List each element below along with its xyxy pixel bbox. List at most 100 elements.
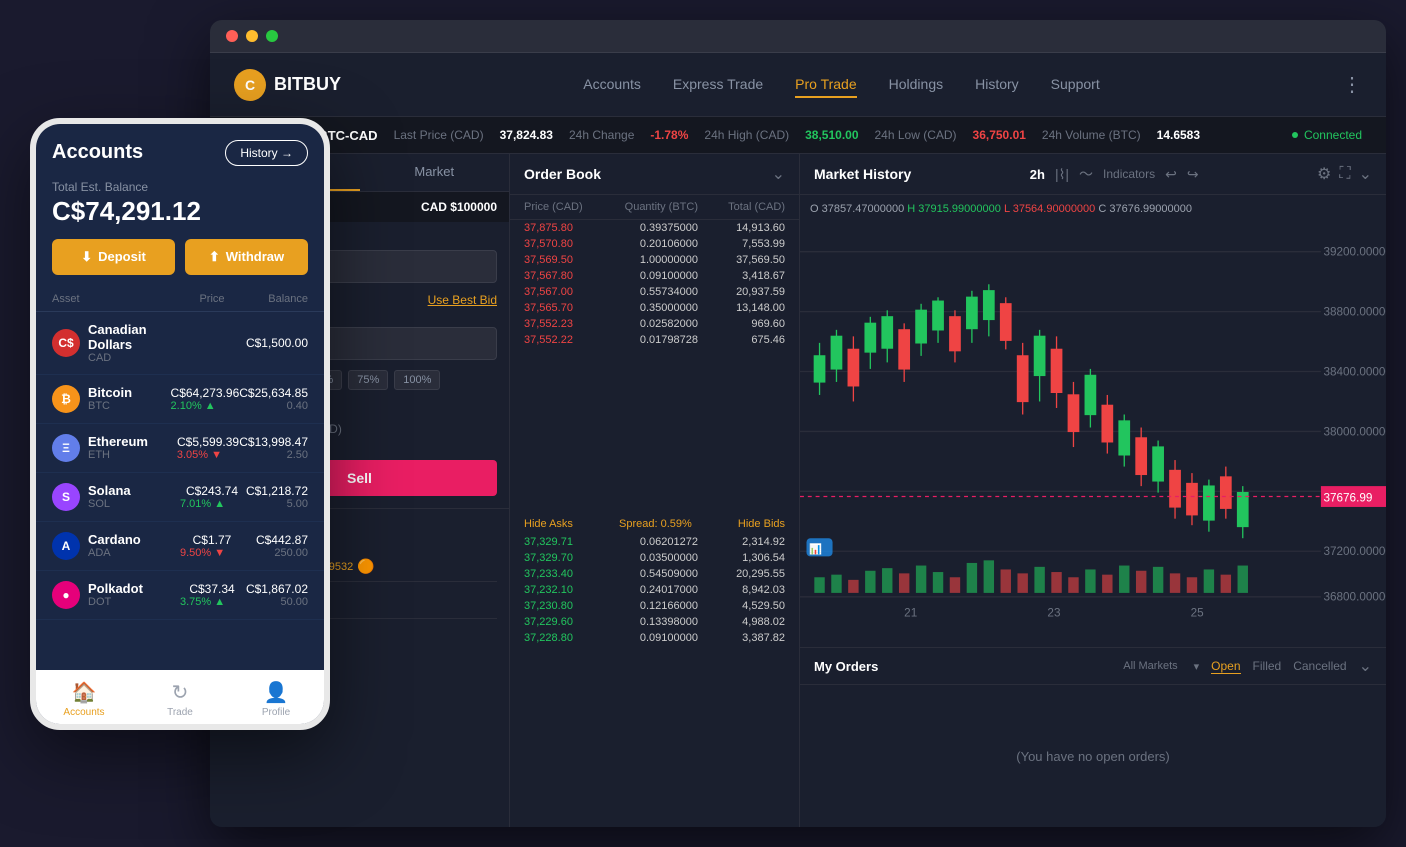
nav-support[interactable]: Support [1051,72,1100,98]
asset-item[interactable]: S Solana SOL C$243.74 7.01% ▲ C$1,218.72… [36,473,324,522]
chart-interval[interactable]: 2h [1030,167,1045,182]
asset-change: 3.75% ▲ [180,596,244,608]
orderbook-toggle[interactable]: ⌄ [772,164,785,184]
menu-dots-icon[interactable]: ⋮ [1342,72,1362,97]
asset-balance: C$1,867.02 [244,582,308,596]
nav-profile-mobile[interactable]: 👤 Profile [228,680,324,718]
ohlc-high: H 37915.99000000 [907,203,1001,215]
browser-window: C BITBUY Accounts Express Trade Pro Trad… [210,20,1386,827]
market-tab[interactable]: Market [360,154,510,191]
asset-balance-col: C$25,634.85 0.40 [239,386,308,412]
col-balance: Balance [244,293,308,305]
nav-pro-trade[interactable]: Pro Trade [795,72,856,98]
withdraw-button[interactable]: ⬆ Withdraw [185,239,308,275]
purchase-limit-value: CAD $100000 [421,200,497,214]
all-markets-label[interactable]: All Markets [1123,660,1177,672]
trade-nav-label: Trade [167,707,193,718]
connected-dot [1292,132,1298,138]
pct-100-btn[interactable]: 100% [394,370,440,390]
ask-row: 37,569.50 1.00000000 37,569.50 [510,252,799,268]
asset-balance: C$13,998.47 [239,435,308,449]
asset-balance: C$1,218.72 [244,484,308,498]
ask-rows: 37,875.80 0.39375000 14,913.60 37,570.80… [510,220,799,514]
asset-item[interactable]: ₿ Bitcoin BTC C$64,273.96 2.10% ▲ C$25,6… [36,375,324,424]
col-total: Total (CAD) [698,201,785,213]
last-price-label: Last Price (CAD) [394,128,484,142]
asset-name: Solana [88,483,131,498]
browser-close-dot[interactable] [226,30,238,42]
browser-minimize-dot[interactable] [246,30,258,42]
spread-hide-row: Hide Asks Spread: 0.59% Hide Bids [510,514,799,534]
ask-row: 37,552.22 0.01798728 675.46 [510,332,799,348]
asset-list: C$ Canadian Dollars CAD C$1,500.00 ₿ Bit… [36,312,324,620]
asset-price-col: C$1.77 9.50% ▼ [180,533,244,559]
svg-text:37676.99: 37676.99 [1323,492,1372,505]
browser-expand-dot[interactable] [266,30,278,42]
asset-change: 3.05% ▼ [177,449,239,461]
asset-icon: ● [52,581,80,609]
asset-balance: C$1,500.00 [244,336,308,350]
ask-row: 37,567.80 0.09100000 3,418.67 [510,268,799,284]
asset-qty: 0.40 [239,400,308,412]
asset-symbol: ETH [88,449,148,461]
asset-balance-col: C$13,998.47 2.50 [239,435,308,461]
nav-accounts-mobile[interactable]: 🏠 Accounts [36,680,132,718]
asset-symbol: CAD [88,352,180,364]
redo-icon[interactable]: ↪ [1187,166,1199,183]
col-price: Price (CAD) [524,201,611,213]
nav-history[interactable]: History [975,72,1019,98]
hide-bids-btn[interactable]: Hide Bids [738,518,785,530]
connected-badge: Connected [1292,128,1362,142]
asset-change: 7.01% ▲ [180,498,244,510]
accounts-nav-label: Accounts [63,707,104,718]
asset-balance-col: C$1,500.00 [244,336,308,350]
asset-price-col: C$243.74 7.01% ▲ [180,484,244,510]
asset-symbol: SOL [88,498,131,510]
settings-icon[interactable]: ⚙ [1317,164,1331,184]
chart-right-icons: ⚙ ⛶ ⌄ [1317,164,1372,184]
header-right: ⋮ [1342,72,1362,97]
last-price-value: 37,824.83 [500,128,553,142]
mobile-history-btn[interactable]: History → [225,140,308,166]
nav-accounts[interactable]: Accounts [583,72,641,98]
pct-75-btn[interactable]: 75% [348,370,388,390]
undo-icon[interactable]: ↩ [1165,166,1177,183]
bid-row: 37,329.71 0.06201272 2,314.92 [510,534,799,550]
nav-trade-mobile[interactable]: ↻ Trade [132,680,228,718]
chart-line-icon[interactable]: 〜 [1079,164,1093,184]
chart-toggle[interactable]: ⌄ [1359,164,1372,184]
orders-tab-filled[interactable]: Filled [1253,659,1282,673]
orders-tab-cancelled[interactable]: Cancelled [1293,659,1346,673]
chevron-down-icon[interactable]: ▾ [1194,660,1200,673]
candlestick-chart: 39200.00000000 38800.00000000 38400.0000… [800,195,1386,647]
orders-toggle[interactable]: ⌄ [1359,656,1372,676]
asset-item[interactable]: A Cardano ADA C$1.77 9.50% ▼ C$442.87 25… [36,522,324,571]
asset-icon: S [52,483,80,511]
hide-asks-btn[interactable]: Hide Asks [524,518,573,530]
svg-text:39200.00000000: 39200.00000000 [1323,246,1386,259]
asset-symbol: BTC [88,400,132,412]
deposit-button[interactable]: ⬇ Deposit [52,239,175,275]
asset-item[interactable]: ● Polkadot DOT C$37.34 3.75% ▲ C$1,867.0… [36,571,324,620]
asset-item[interactable]: C$ Canadian Dollars CAD C$1,500.00 [36,312,324,375]
fullscreen-icon[interactable]: ⛶ [1339,165,1350,183]
svg-text:23: 23 [1047,606,1060,619]
asset-item[interactable]: Ξ Ethereum ETH C$5,599.39 3.05% ▼ C$13,9… [36,424,324,473]
browser-chrome [210,20,1386,53]
orders-tabs: All Markets ▾ Open Filled Cancelled ⌄ [1123,656,1372,676]
asset-change: 9.50% ▼ [180,547,244,559]
asset-price: C$37.34 [180,582,244,596]
orders-tab-open[interactable]: Open [1211,659,1240,674]
nav-express-trade[interactable]: Express Trade [673,72,763,98]
asset-info: ● Polkadot DOT [52,581,180,609]
nav-holdings[interactable]: Holdings [889,72,943,98]
asset-info: ₿ Bitcoin BTC [52,385,171,413]
phone-screen: Accounts History → Total Est. Balance C$… [36,124,324,724]
asset-info: A Cardano ADA [52,532,180,560]
mobile-phone: Accounts History → Total Est. Balance C$… [30,118,330,730]
asset-name: Bitcoin [88,385,132,400]
low-label: 24h Low (CAD) [875,128,957,142]
bid-row: 37,233.40 0.54509000 20,295.55 [510,566,799,582]
chart-candle-icon[interactable]: |⌇| [1055,166,1069,183]
indicators-button[interactable]: Indicators [1103,167,1155,181]
